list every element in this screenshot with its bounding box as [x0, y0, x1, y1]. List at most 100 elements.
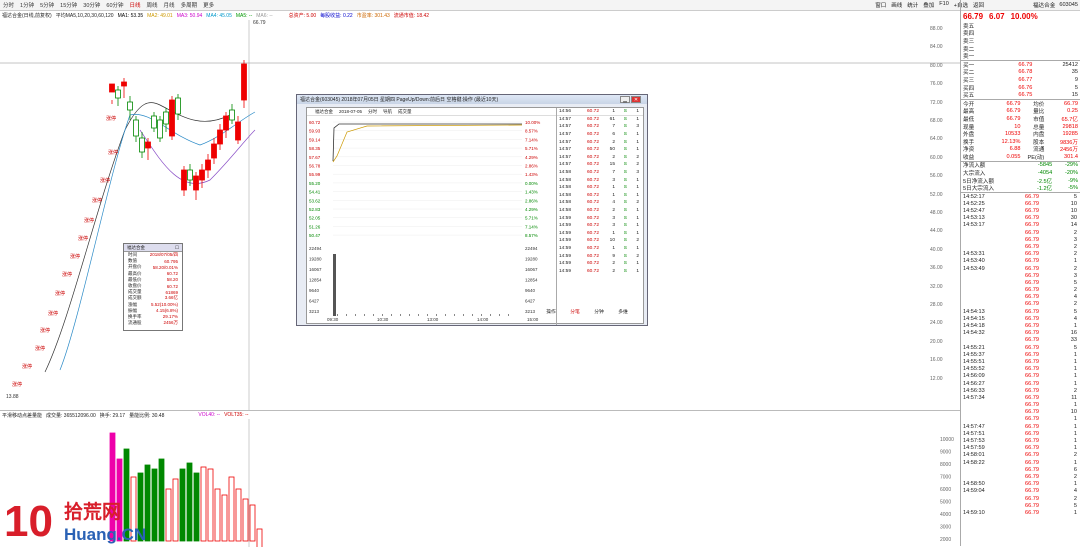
tick-row: 14:59 60.72 2 S 1 [557, 260, 645, 268]
timeframe-tab[interactable]: 30分钟 [80, 1, 103, 9]
tick-vol: 1 [612, 230, 615, 236]
timeframe-tab[interactable]: 更多 [200, 1, 217, 9]
trade-time: 14:52:47 [963, 208, 985, 215]
trade-vol: 3 [1073, 236, 1077, 243]
tick-price: 60.72 [586, 261, 599, 267]
price-tick: 24.00 [930, 320, 943, 327]
timeframe-tab[interactable]: 日线 [127, 1, 144, 9]
volume-bar [391, 314, 392, 316]
tick-price: 60.72 [586, 200, 599, 206]
volume-bar [200, 466, 207, 542]
timeframe-tab[interactable]: 15分钟 [57, 1, 80, 9]
limit-up-label: 涨停 [70, 253, 80, 260]
intraday-popup-window[interactable]: 福达合金(603045) 2018年07月05日 星期四 PageUp/Down… [296, 94, 648, 326]
stat-row-cell: 66.79 [1006, 108, 1021, 115]
toolbar-button[interactable]: 画线 [891, 1, 902, 9]
right-axis-label: 5.71% [525, 216, 538, 221]
minimize-icon[interactable]: ▁ [620, 96, 630, 103]
tick-time: 14:58 [559, 192, 572, 198]
candle [229, 109, 235, 121]
popup-title: 福达合金(603045) 2018年07月05日 星期四 PageUp/Down… [300, 97, 499, 103]
tick-vol: 3 [612, 177, 615, 183]
tick-time: 14:59 [559, 268, 572, 274]
right-axis-label: 7.14% [525, 224, 538, 229]
volume-bar [436, 314, 437, 316]
vol-axis-label: 16067 [525, 267, 538, 272]
tick-count: 3 [636, 124, 639, 130]
time-label: 15:00 [527, 317, 539, 322]
limit-up-label: 涨停 [55, 290, 65, 297]
timeframe-tab[interactable]: 5分钟 [37, 1, 57, 9]
trade-price: 66.79 [1025, 502, 1039, 509]
watermark-logo: 10 拾荒网 Huang.CN [4, 496, 194, 546]
timeframe-tab[interactable]: 分时 [0, 1, 17, 9]
left-axis-label: 59.14 [309, 137, 321, 142]
volume-bar [409, 314, 410, 316]
trade-row: 14:57:51 66.79 1 [961, 430, 1080, 437]
trade-vol: 11 [1071, 394, 1077, 401]
bid-row-cell: 66.75 [1018, 92, 1033, 99]
vol-axis-label: 9640 [309, 288, 320, 293]
info-val: 60.795 [164, 258, 178, 264]
tick-price: 60.72 [586, 154, 599, 160]
trade-price: 66.79 [1025, 215, 1039, 222]
volume-bar [256, 528, 263, 549]
trade-vol: 2 [1073, 243, 1077, 250]
trade-row: 14:53:13 66.79 30 [961, 215, 1080, 222]
popup-header-item: 导航 [383, 108, 393, 114]
toolbar-button[interactable]: 窗口 [875, 1, 886, 9]
right-axis-label: 1.43% [525, 172, 538, 177]
trade-vol: 3 [1073, 272, 1077, 279]
info-val: 60.72 [166, 283, 178, 289]
info-row: 涨幅 5.52(10.00%) [124, 302, 182, 308]
volume-bar [427, 314, 428, 316]
popup-header-item: 2018-07-05 [339, 109, 363, 114]
trade-time: 14:57:53 [963, 438, 985, 445]
trade-price: 66.79 [1025, 301, 1039, 308]
trade-row: 14:52:17 66.79 5 [961, 193, 1080, 200]
timeframe-tab[interactable]: 60分钟 [103, 1, 126, 9]
trade-row: 66.79 2 [961, 229, 1080, 236]
bid-row-cell: 66.76 [1018, 84, 1033, 91]
right-axis-label: 10.00% [525, 120, 540, 125]
trade-price: 66.79 [1025, 509, 1039, 516]
timeframe-tab[interactable]: 周线 [144, 1, 161, 9]
candle [121, 81, 127, 87]
volume-bar [499, 314, 500, 316]
trade-vol: 5 [1073, 279, 1077, 286]
toolbar-button[interactable]: F10 [939, 1, 948, 9]
toolbar-button[interactable]: 叠加 [923, 1, 934, 9]
trade-price: 66.79 [1025, 466, 1039, 473]
popup-tab[interactable]: 多维 [611, 308, 635, 315]
trade-vol: 1 [1073, 402, 1077, 409]
timeframe-tab[interactable]: 月线 [161, 1, 178, 9]
tick-side: S [623, 132, 627, 138]
close-icon[interactable]: ☐ [175, 245, 179, 251]
toolbar-button[interactable]: 统计 [907, 1, 918, 9]
trade-time: 14:58:22 [963, 459, 985, 466]
tick-price: 60.72 [586, 132, 599, 138]
tick-time: 14:59 [559, 245, 572, 251]
popup-tab[interactable]: 分笔 [563, 308, 587, 315]
close-icon[interactable]: ✕ [631, 96, 641, 103]
logo-mark: 10 拾荒网 Huang.CN [4, 497, 146, 546]
intraday-chart[interactable]: 60.72 59.93 59.14 58.35 57.67 56.78 55.99 55.20… [307, 116, 556, 325]
volume-bar [400, 314, 401, 316]
tick-time: 14:57 [559, 124, 572, 130]
stat-row-cell: 66.79 [1006, 115, 1021, 122]
popup-titlebar[interactable]: 福达合金(603045) 2018年07月05日 星期四 PageUp/Down… [297, 95, 647, 104]
popup-tab[interactable]: 分钟 [587, 308, 611, 315]
trade-row: 14:55:37 66.79 1 [961, 351, 1080, 358]
popup-tab[interactable]: 操作 [539, 308, 563, 315]
trade-time: 14:59:10 [963, 509, 985, 516]
tick-side: S [623, 200, 627, 206]
trade-vol: 1 [1073, 323, 1077, 330]
tick-side: S [623, 261, 627, 267]
trade-price: 66.79 [1025, 243, 1039, 250]
timeframe-tab[interactable]: 多周期 [178, 1, 201, 9]
tick-vol: 2 [612, 139, 615, 145]
trade-time: 14:56:33 [963, 387, 985, 394]
trade-time: 14:54:18 [963, 323, 985, 330]
ma-settings[interactable]: 平均MA5,10,20,30,60,120 [56, 12, 114, 19]
timeframe-tab[interactable]: 1分钟 [17, 1, 37, 9]
